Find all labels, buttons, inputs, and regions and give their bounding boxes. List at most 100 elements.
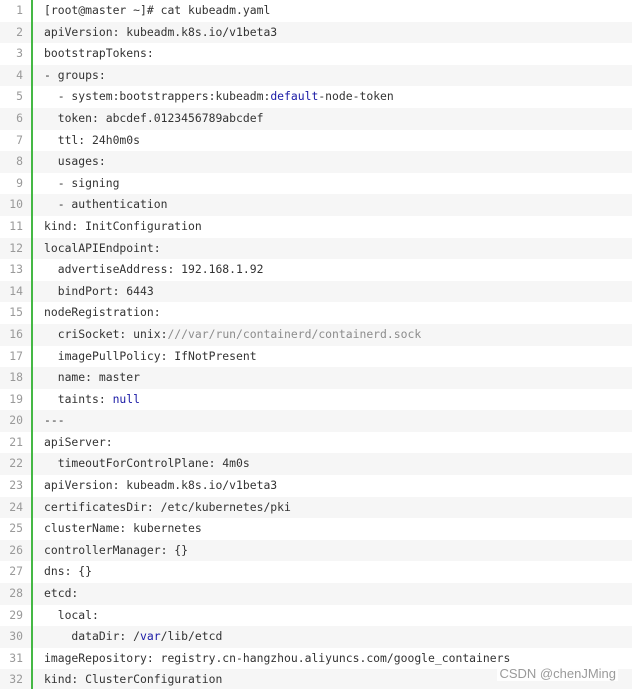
code-line: 23 apiVersion: kubeadm.k8s.io/v1beta3 [0,475,632,497]
code-segment: apiServer: [44,434,113,449]
code-line: 8 usages: [0,151,632,173]
code-text: local: [33,605,632,627]
line-number: 12 [0,237,33,260]
line-number: 31 [0,647,33,670]
code-text: localAPIEndpoint: [33,238,632,260]
code-keyword: default [270,89,319,104]
code-segment: controllerManager: {} [44,542,189,557]
code-line: 27 dns: {} [0,561,632,584]
code-segment: local: [44,607,99,622]
code-line: 19 taints: null [0,388,632,411]
line-number: 18 [0,367,33,389]
line-number: 27 [0,561,33,584]
code-segment: taints: [44,391,113,406]
code-segment: localAPIEndpoint: [44,240,161,255]
code-line: 10 - authentication [0,194,632,216]
code-text: - authentication [33,194,632,216]
code-line: 16 criSocket: unix:///var/run/containerd… [0,323,632,346]
code-block: 1 [root@master ~]# cat kubeadm.yaml 2 apiVe… [0,0,632,689]
code-line: 5 - system:bootstrappers:kubeadm:default… [0,86,632,108]
code-line: 28 etcd: [0,583,632,605]
code-line: 15 nodeRegistration: [0,302,632,324]
line-number: 30 [0,626,33,648]
code-segment: timeoutForControlPlane: 4m0s [44,456,250,471]
line-number: 20 [0,410,33,432]
code-segment: - signing [44,175,120,190]
code-line: 30 dataDir: /var/lib/etcd [0,626,632,648]
code-segment: bindPort: 6443 [44,283,154,298]
code-text: bootstrapTokens: [33,43,632,65]
code-segment: - authentication [44,197,168,212]
line-number: 19 [0,388,33,411]
code-text: imagePullPolicy: IfNotPresent [33,346,632,368]
code-line: 22 timeoutForControlPlane: 4m0s [0,453,632,476]
line-number: 14 [0,280,33,303]
code-segment: token: abcdef.0123456789abcdef [44,110,264,125]
code-segment: /lib/etcd [160,629,223,644]
code-line: 1 [root@master ~]# cat kubeadm.yaml [0,0,632,22]
code-segment: nodeRegistration: [44,305,161,320]
code-segment: criSocket: unix: [44,326,168,341]
code-segment: apiVersion: kubeadm.k8s.io/v1beta3 [44,478,278,493]
code-text: token: abcdef.0123456789abcdef [33,108,632,130]
code-text: criSocket: unix:///var/run/containerd/co… [33,324,632,346]
line-number: 10 [0,194,33,216]
code-segment: - groups: [44,67,106,82]
code-segment: clusterName: kubernetes [44,521,202,536]
code-text: dns: {} [33,561,632,583]
code-text: [root@master ~]# cat kubeadm.yaml [33,0,632,22]
line-number: 25 [0,518,33,540]
code-text: certificatesDir: /etc/kubernetes/pki [33,497,632,519]
line-number: 23 [0,475,33,497]
watermark: CSDN @chenJMing [497,666,618,681]
code-segment: bootstrapTokens: [44,46,154,61]
line-number: 21 [0,431,33,454]
code-line: 9 - signing [0,172,632,195]
code-text: --- [33,410,632,432]
code-text: apiVersion: kubeadm.k8s.io/v1beta3 [33,22,632,44]
code-text: timeoutForControlPlane: 4m0s [33,453,632,475]
code-text: taints: null [33,389,632,411]
line-number: 11 [0,215,33,238]
code-line: 25 clusterName: kubernetes [0,518,632,540]
code-line: 11 kind: InitConfiguration [0,215,632,238]
line-number: 32 [0,669,33,689]
line-number: 7 [0,129,33,152]
line-number: 13 [0,259,33,281]
line-number: 15 [0,302,33,324]
code-line: 3 bootstrapTokens: [0,43,632,65]
line-number: 8 [0,151,33,173]
code-segment: advertiseAddress: 192.168.1.92 [44,262,264,277]
code-text: - groups: [33,65,632,87]
code-line: 14 bindPort: 6443 [0,280,632,303]
code-keyword: var [140,629,161,644]
code-text: apiVersion: kubeadm.k8s.io/v1beta3 [33,475,632,497]
code-segment: [root@master ~]# cat kubeadm.yaml [44,3,271,17]
code-segment: ttl: 24h0m0s [44,132,141,147]
code-line: 7 ttl: 24h0m0s [0,129,632,152]
code-segment: kind: InitConfiguration [44,218,202,233]
code-text: ttl: 24h0m0s [33,130,632,152]
code-segment: etcd: [44,586,79,601]
code-text: apiServer: [33,432,632,454]
line-number: 2 [0,21,33,44]
code-line: 26 controllerManager: {} [0,539,632,562]
line-number: 24 [0,496,33,519]
code-text: etcd: [33,583,632,605]
code-segment: certificatesDir: /etc/kubernetes/pki [44,499,291,514]
code-line: 2 apiVersion: kubeadm.k8s.io/v1beta3 [0,21,632,44]
code-line: 24 certificatesDir: /etc/kubernetes/pki [0,496,632,519]
code-text: usages: [33,151,632,173]
line-number: 28 [0,583,33,605]
code-text: nodeRegistration: [33,302,632,324]
code-text: bindPort: 6443 [33,281,632,303]
code-text: advertiseAddress: 192.168.1.92 [33,259,632,281]
code-text: - system:bootstrappers:kubeadm:default-n… [33,86,632,108]
code-line: 6 token: abcdef.0123456789abcdef [0,107,632,130]
line-number: 6 [0,107,33,130]
line-number: 26 [0,539,33,562]
code-line: 21 apiServer: [0,431,632,454]
code-text: name: master [33,367,632,389]
code-line: 29 local: [0,604,632,627]
line-number: 5 [0,86,33,108]
